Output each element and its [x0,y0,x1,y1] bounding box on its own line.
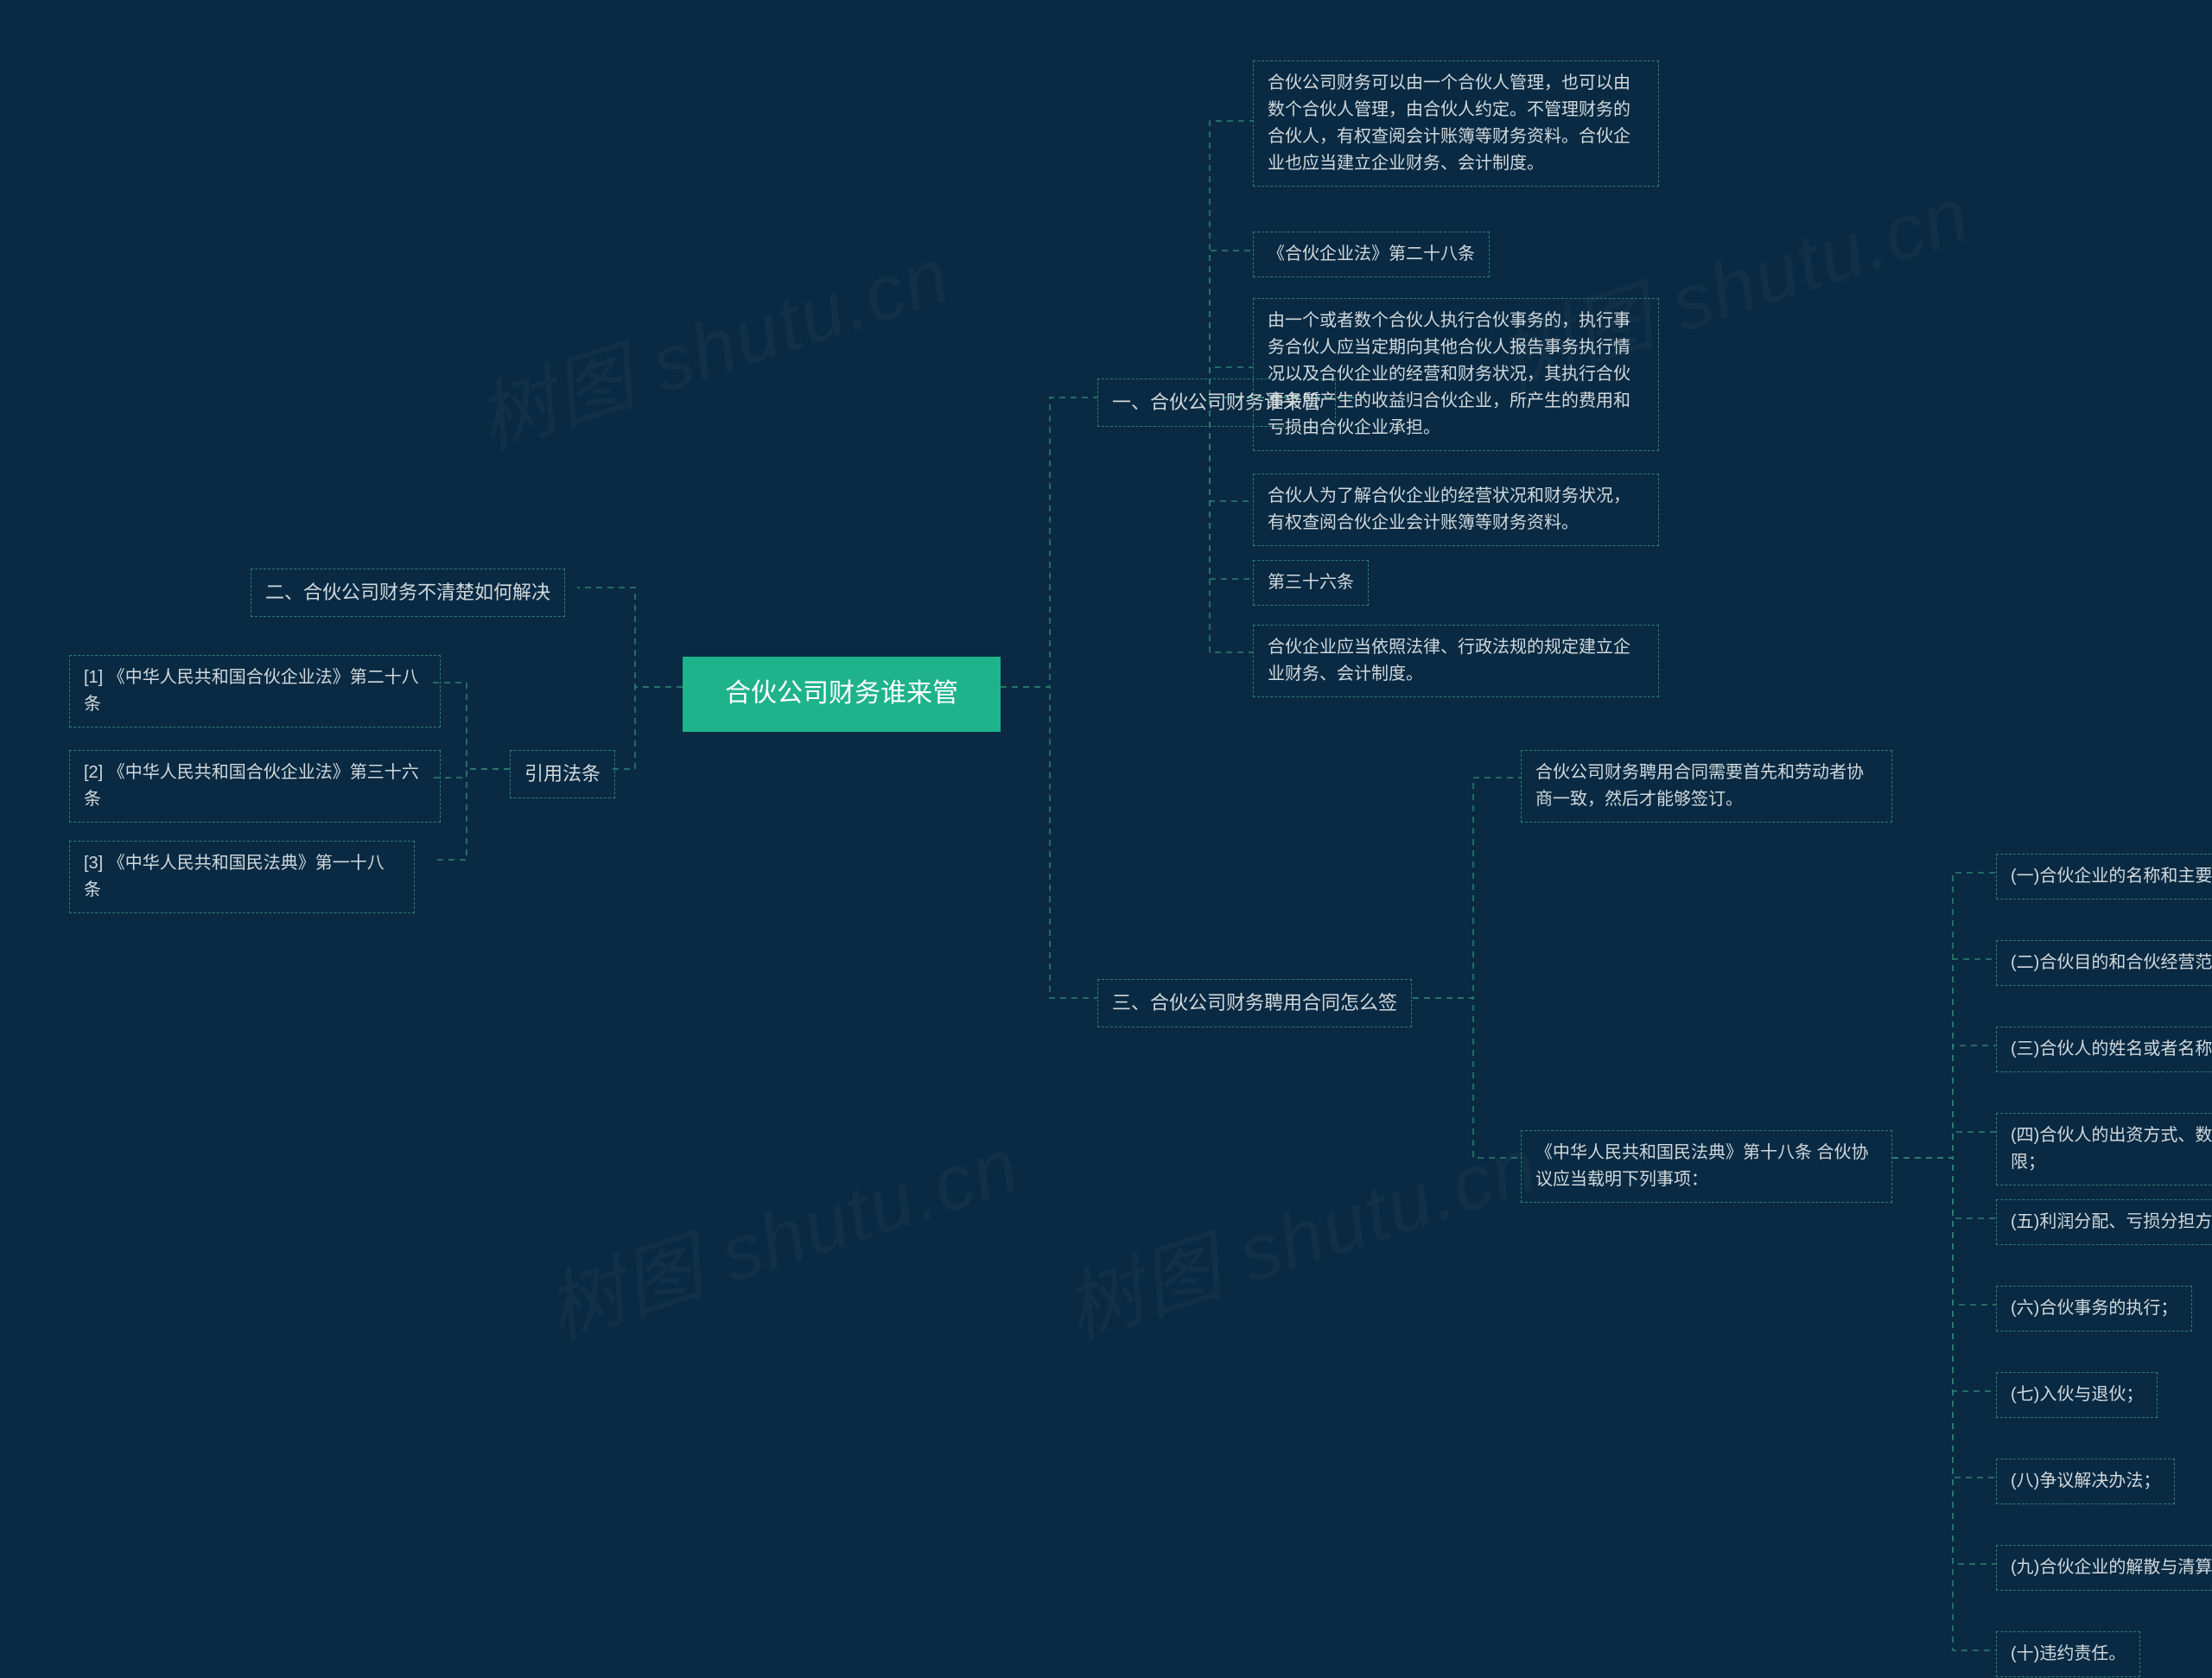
leaf-r1-c2: 《合伙企业法》第二十八条 [1253,232,1490,277]
leaf-ref-1: [1] 《中华人民共和国合伙企业法》第二十八条 [69,655,441,728]
leaf-gc-10: (十)违约责任。 [1996,1631,2140,1677]
leaf-ref-3: [3] 《中华人民共和国民法典》第一十八条 [69,841,415,913]
leaf-gc-1: (一)合伙企业的名称和主要经营场所的地点； [1996,854,2212,899]
leaf-r1-c1: 合伙公司财务可以由一个合伙人管理，也可以由数个合伙人管理，由合伙人约定。不管理财… [1253,60,1659,187]
leaf-gc-9: (九)合伙企业的解散与清算； [1996,1545,2212,1591]
leaf-gc-4: (四)合伙人的出资方式、数额和缴付期限； [1996,1113,2212,1185]
branch-references[interactable]: 引用法条 [510,750,615,798]
watermark: 树图 shutu.cn [461,213,963,471]
leaf-r2-c1: 合伙公司财务聘用合同需要首先和劳动者协商一致，然后才能够签订。 [1521,750,1892,823]
branch-section-3[interactable]: 三、合伙公司财务聘用合同怎么签 [1097,979,1412,1027]
connectors [0,0,2212,1678]
mindmap-stage: 树图 shutu.cn 树图 shutu.cn 树图 shutu.cn 树图 s… [0,0,2212,1678]
leaf-ref-2: [2] 《中华人民共和国合伙企业法》第三十六条 [69,750,441,823]
branch-section-2[interactable]: 二、合伙公司财务不清楚如何解决 [251,569,565,617]
leaf-r2-c2[interactable]: 《中华人民共和国民法典》第十八条 合伙协议应当载明下列事项： [1521,1130,1892,1203]
leaf-r1-c6: 合伙企业应当依照法律、行政法规的规定建立企业财务、会计制度。 [1253,625,1659,697]
watermark: 树图 shutu.cn [1049,1103,1550,1361]
leaf-r1-c5: 第三十六条 [1253,560,1369,606]
leaf-r1-c3: 由一个或者数个合伙人执行合伙事务的，执行事务合伙人应当定期向其他合伙人报告事务执… [1253,298,1659,451]
watermark: 树图 shutu.cn [531,1103,1032,1361]
leaf-gc-3: (三)合伙人的姓名或者名称、住所； [1996,1027,2212,1072]
leaf-gc-2: (二)合伙目的和合伙经营范围； [1996,940,2212,986]
leaf-gc-5: (五)利润分配、亏损分担方式； [1996,1199,2212,1245]
root-node[interactable]: 合伙公司财务谁来管 [683,657,1001,732]
leaf-r1-c4: 合伙人为了解合伙企业的经营状况和财务状况，有权查阅合伙企业会计账簿等财务资料。 [1253,474,1659,546]
leaf-gc-8: (八)争议解决办法； [1996,1459,2175,1504]
leaf-gc-7: (七)入伙与退伙； [1996,1372,2158,1418]
leaf-gc-6: (六)合伙事务的执行； [1996,1286,2192,1332]
